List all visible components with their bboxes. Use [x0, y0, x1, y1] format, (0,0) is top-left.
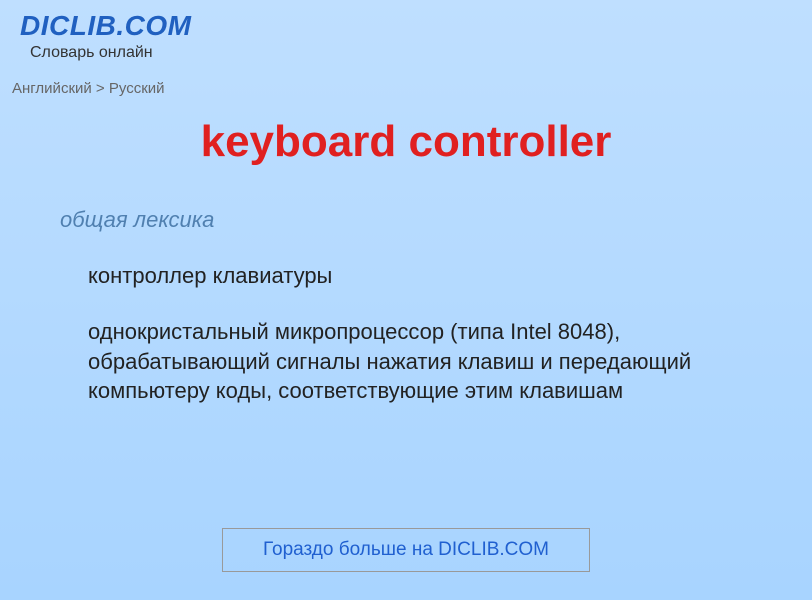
- content-area: общая лексика контроллер клавиатуры одно…: [0, 167, 812, 426]
- more-link[interactable]: Гораздо больше на DICLIB.COM: [222, 528, 590, 572]
- definition-primary: контроллер клавиатуры: [88, 263, 752, 289]
- breadcrumb[interactable]: Английский > Русский: [12, 80, 812, 97]
- definition-detail: однокристальный микропроцессор (типа Int…: [88, 317, 752, 406]
- header: DICLIB.COM Словарь онлайн: [0, 0, 812, 62]
- site-tagline: Словарь онлайн: [30, 44, 812, 62]
- site-logo[interactable]: DICLIB.COM: [20, 10, 812, 42]
- dictionary-term: keyboard controller: [0, 117, 812, 167]
- term-category: общая лексика: [60, 207, 752, 233]
